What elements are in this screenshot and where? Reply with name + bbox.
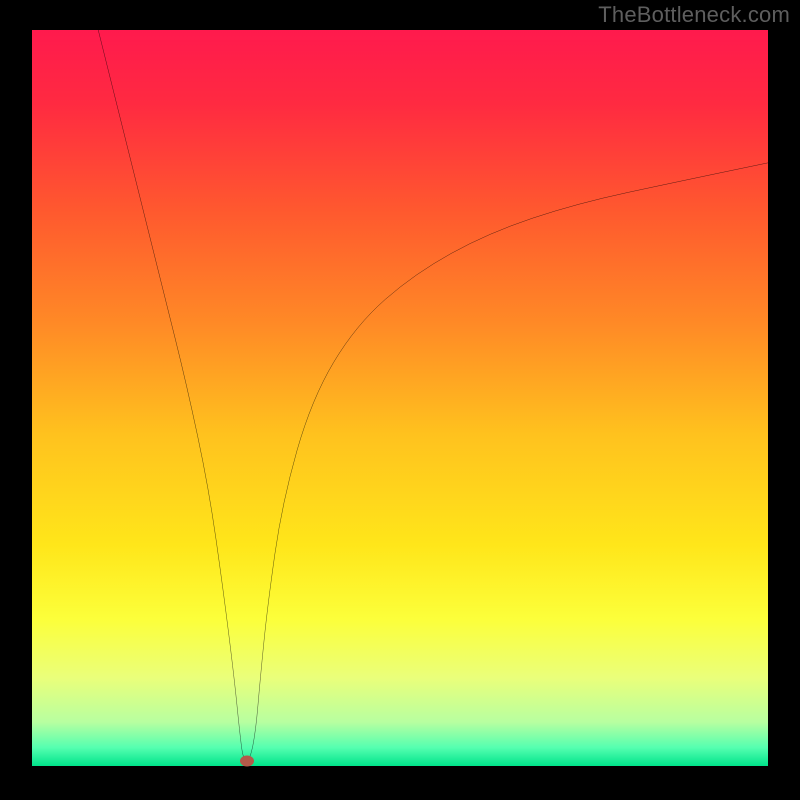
minimum-marker xyxy=(240,756,254,767)
chart-frame: TheBottleneck.com xyxy=(0,0,800,800)
curve-line xyxy=(32,30,768,768)
plot-area xyxy=(32,30,768,768)
watermark-text: TheBottleneck.com xyxy=(598,2,790,28)
